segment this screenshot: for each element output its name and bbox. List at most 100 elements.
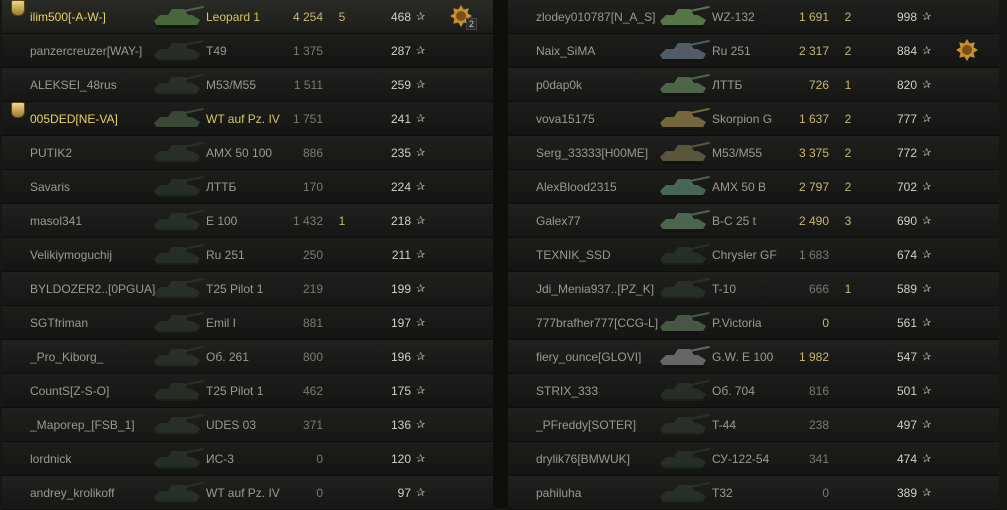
player-row[interactable]: PUTIK2 AMX 50 100 886 235 ✰ [2, 136, 493, 170]
damage-value: 341 [808, 452, 829, 466]
tank-icon [660, 39, 710, 62]
damage-value: 1 691 [798, 10, 829, 24]
score-value: 561 [896, 316, 917, 330]
damage-value: 1 637 [798, 112, 829, 126]
star-icon: ✰ [922, 45, 932, 57]
tank-icon [660, 481, 710, 504]
damage-value: 0 [316, 486, 323, 500]
score-value: 120 [390, 452, 411, 466]
tank-icon [154, 5, 204, 28]
player-row[interactable]: ilim500[-A-W-] Leopard 1 4 254 5 468 ✰ 2 [2, 0, 493, 34]
player-row[interactable]: Naix_SiMA Ru 251 2 317 2 884 ✰ [508, 34, 999, 68]
tank-icon [660, 5, 710, 28]
team-right-list: zlodey010787[N_A_S] WZ-132 1 691 2 998 ✰ Naix_… [508, 0, 999, 510]
player-name: 005DED[NE-VA] [30, 112, 118, 126]
player-row[interactable]: TEXNIK_SSD Chrysler GF 1 683 674 ✰ [508, 238, 999, 272]
player-row[interactable]: lordnick ИС-3 0 120 ✰ [2, 442, 493, 476]
star-icon: ✰ [922, 419, 932, 431]
damage-value: 2 490 [798, 214, 829, 228]
vehicle-name: T25 Pilot 1 [206, 384, 264, 398]
damage-value: 1 982 [798, 350, 829, 364]
player-name: vova15175 [536, 112, 595, 126]
vehicle-name: Chrysler GF [712, 248, 777, 262]
player-name: 777brafher777[CCG-L] [536, 316, 659, 330]
star-icon: ✰ [416, 181, 426, 193]
damage-value: 1 751 [292, 112, 323, 126]
player-row[interactable]: Jdi_Menia937..[PZ_K] T-10 666 1 589 ✰ [508, 272, 999, 306]
player-row[interactable]: Velikiymoguchij Ru 251 250 211 ✰ [2, 238, 493, 272]
player-row[interactable]: drylik76[BMWUK] СУ-122-54 341 474 ✰ [508, 442, 999, 476]
player-row[interactable]: BYLDOZER2..[0PGUA] T25 Pilot 1 219 199 ✰ [2, 272, 493, 306]
player-name: andrey_krolikoff [30, 486, 115, 500]
player-row[interactable]: masol341 E 100 1 432 1 218 ✰ [2, 204, 493, 238]
star-icon: ✰ [922, 147, 932, 159]
player-name: Serg_33333[H00ME] [536, 146, 649, 160]
tank-icon [154, 243, 204, 266]
vehicle-name: AMX 50 B [712, 180, 767, 194]
vehicle-name: Emil I [206, 316, 236, 330]
player-name: _Pro_Kiborg_ [30, 350, 104, 364]
kills-value: 1 [844, 78, 852, 92]
vehicle-name: E 100 [206, 214, 238, 228]
vehicle-name: UDES 03 [206, 418, 257, 432]
score-value: 218 [390, 214, 411, 228]
player-row[interactable]: ALEKSEI_48rus M53/M55 1 511 259 ✰ [2, 68, 493, 102]
player-row[interactable]: zlodey010787[N_A_S] WZ-132 1 691 2 998 ✰ [508, 0, 999, 34]
player-name: masol341 [30, 214, 83, 228]
damage-value: 881 [302, 316, 323, 330]
vehicle-name: ИС-3 [206, 452, 234, 466]
player-row[interactable]: AlexBlood2315 AMX 50 B 2 797 2 702 ✰ [508, 170, 999, 204]
player-row[interactable]: 777brafher777[CCG-L] P.Victoria 0 561 ✰ [508, 306, 999, 340]
player-name: CountS[Z-S-O] [30, 384, 110, 398]
player-row[interactable]: SGTfriman Emil I 881 197 ✰ [2, 306, 493, 340]
player-row[interactable]: pahiluha T32 0 389 ✰ [508, 476, 999, 510]
star-icon: ✰ [416, 317, 426, 329]
vehicle-name: WZ-132 [712, 10, 755, 24]
player-name: _PFreddy[SOTER] [536, 418, 637, 432]
score-value: 211 [391, 248, 411, 262]
vehicle-name: Leopard 1 [206, 10, 261, 24]
player-row[interactable]: Savaris ЛТТБ 170 224 ✰ [2, 170, 493, 204]
vehicle-name: P.Victoria [712, 316, 762, 330]
score-value: 97 [397, 486, 411, 500]
player-row[interactable]: p0dap0k ЛТТБ 726 1 820 ✰ [508, 68, 999, 102]
tank-icon [660, 311, 710, 334]
player-row[interactable]: STRIX_333 Об. 704 816 501 ✰ [508, 374, 999, 408]
damage-value: 250 [302, 248, 323, 262]
score-value: 820 [896, 78, 917, 92]
player-row[interactable]: 005DED[NE-VA] WT auf Pz. IV 1 751 241 ✰ [2, 102, 493, 136]
vehicle-name: AMX 50 100 [206, 146, 273, 160]
tank-icon [154, 175, 204, 198]
player-row[interactable]: Serg_33333[H00ME] M53/M55 3 375 2 772 ✰ [508, 136, 999, 170]
score-value: 474 [896, 452, 917, 466]
star-icon: ✰ [922, 385, 932, 397]
score-value: 497 [896, 418, 917, 432]
player-name: drylik76[BMWUK] [536, 452, 631, 466]
tank-icon [154, 39, 204, 62]
player-row[interactable]: Galex77 B-C 25 t 2 490 3 690 ✰ [508, 204, 999, 238]
player-name: fiery_ounce[GLOVI] [536, 350, 642, 364]
player-row[interactable]: _PFreddy[SOTER] T-44 238 497 ✰ [508, 408, 999, 442]
star-icon: ✰ [922, 249, 932, 261]
player-row[interactable]: fiery_ounce[GLOVI] G.W. E 100 1 982 547 ✰ [508, 340, 999, 374]
star-icon: ✰ [922, 79, 932, 91]
player-row[interactable]: vova15175 Skorpion G 1 637 2 777 ✰ [508, 102, 999, 136]
player-name: _Маpoгep_[FSB_1] [30, 418, 135, 432]
vehicle-name: WT auf Pz. IV [206, 486, 280, 500]
tank-icon [660, 141, 710, 164]
star-icon: ✰ [922, 487, 932, 499]
player-row[interactable]: CountS[Z-S-O] T25 Pilot 1 462 175 ✰ [2, 374, 493, 408]
player-row[interactable]: panzercreuzer[WAY-] T49 1 375 287 ✰ [2, 34, 493, 68]
vehicle-name: M53/M55 [712, 146, 763, 160]
team-separator [493, 0, 508, 508]
player-row[interactable]: _Pro_Kiborg_ Об. 261 800 196 ✰ [2, 340, 493, 374]
vehicle-name: ЛТТБ [206, 180, 237, 194]
player-row[interactable]: andrey_krolikoff WT auf Pz. IV 0 97 ✰ [2, 476, 493, 510]
tank-icon [660, 447, 710, 470]
player-name: Savaris [30, 180, 71, 194]
damage-value: 0 [822, 486, 829, 500]
kills-value: 2 [844, 180, 852, 194]
player-row[interactable]: _Маpoгep_[FSB_1] UDES 03 371 136 ✰ [2, 408, 493, 442]
star-icon: ✰ [416, 249, 426, 261]
player-name: pahiluha [536, 486, 582, 500]
